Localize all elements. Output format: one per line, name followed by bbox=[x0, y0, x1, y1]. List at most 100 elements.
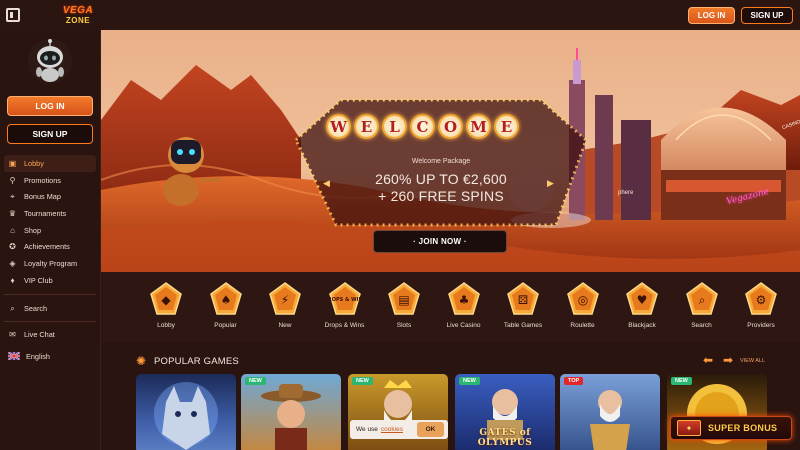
sidebar-item-tournaments[interactable]: ♛ Tournaments bbox=[4, 205, 96, 222]
logo[interactable]: VEGA ZONE bbox=[55, 3, 101, 27]
svg-text:♠: ♠ bbox=[220, 293, 231, 307]
category-label: New bbox=[278, 322, 292, 329]
top-badge: TOP bbox=[564, 377, 584, 385]
category-label: Live Casino bbox=[446, 322, 481, 329]
casino-app: VEGA ZONE LOG IN SIGN UP LOG IN SIGN UP … bbox=[0, 0, 800, 450]
view-all-link[interactable]: VIEW ALL bbox=[740, 358, 765, 364]
marquee-letter: E bbox=[354, 114, 379, 139]
header-login-button[interactable]: LOG IN bbox=[688, 7, 735, 24]
new-badge: NEW bbox=[459, 377, 480, 385]
category-roulette[interactable]: ◎ Roulette bbox=[558, 282, 608, 338]
sidebar-item-label: Loyalty Program bbox=[24, 258, 78, 268]
sidebar-item-shop[interactable]: ⌂ Shop bbox=[4, 222, 96, 239]
telescope-icon: ⌕ bbox=[685, 282, 718, 315]
blackjack-icon: ♥ bbox=[626, 282, 658, 315]
lobby-icon: ◆ bbox=[150, 282, 182, 315]
cards-icon: ♠ bbox=[209, 282, 242, 315]
sidebar: LOG IN SIGN UP ▣ Lobby ⚲ Promotions ⌖ Bo… bbox=[0, 30, 101, 450]
loyalty-icon: ◈ bbox=[9, 258, 16, 268]
hero-banner[interactable]: W E L C O M E Welcome Package 260% UP TO… bbox=[101, 30, 800, 272]
svg-text:DROPS & WINS: DROPS & WINS bbox=[328, 297, 362, 303]
svg-text:◆: ◆ bbox=[161, 293, 171, 307]
section-title: POPULAR GAMES bbox=[154, 356, 239, 367]
sidebar-login-button[interactable]: LOG IN bbox=[7, 96, 93, 116]
super-bonus-label: SUPER BONUS bbox=[708, 423, 778, 433]
top-bar: VEGA ZONE LOG IN SIGN UP bbox=[0, 0, 800, 30]
cookies-link[interactable]: cookies bbox=[381, 426, 403, 433]
category-live-casino[interactable]: ♣ Live Casino bbox=[439, 282, 489, 338]
svg-text:⚄: ⚄ bbox=[518, 293, 528, 307]
sidebar-item-bonus-map[interactable]: ⌖ Bonus Map bbox=[4, 188, 96, 205]
slot-machine-icon: ▤ bbox=[388, 282, 420, 315]
welcome-marquee: W E L C O M E bbox=[326, 114, 519, 139]
lightning-icon: ⚡ bbox=[269, 282, 301, 315]
popular-games-header: ✺ POPULAR GAMES bbox=[136, 355, 239, 368]
category-popular[interactable]: ♠ Popular bbox=[201, 282, 251, 338]
carousel-prev-icon[interactable]: ◀ bbox=[323, 178, 330, 189]
category-slots[interactable]: ▤ Slots bbox=[379, 282, 429, 338]
svg-text:⚙: ⚙ bbox=[756, 293, 767, 307]
sidebar-signup-button[interactable]: SIGN UP bbox=[7, 124, 93, 144]
carousel-next-icon[interactable]: ▶ bbox=[547, 178, 554, 189]
svg-text:⌕: ⌕ bbox=[698, 293, 705, 307]
svg-text:♣: ♣ bbox=[458, 293, 469, 307]
game-card[interactable]: NEW bbox=[241, 374, 341, 450]
sidebar-item-label: Promotions bbox=[24, 175, 61, 185]
sidebar-item-loyalty[interactable]: ◈ Loyalty Program bbox=[4, 255, 96, 272]
game-card[interactable]: NEW GATES of OLYMPUS bbox=[455, 374, 555, 450]
category-label: Slots bbox=[396, 322, 412, 329]
roulette-icon: ◎ bbox=[566, 282, 599, 315]
sidebar-item-vip[interactable]: ♦ VIP Club bbox=[4, 272, 96, 289]
svg-text:▤: ▤ bbox=[398, 293, 409, 307]
svg-text:⚡: ⚡ bbox=[281, 293, 289, 307]
category-new[interactable]: ⚡ New bbox=[260, 282, 310, 338]
sidebar-item-search[interactable]: ⌕ Search bbox=[4, 301, 96, 315]
free-spins-line: + 260 FREE SPINS bbox=[378, 188, 504, 204]
category-table-games[interactable]: ⚄ Table Games bbox=[498, 282, 548, 338]
promotions-icon: ⚲ bbox=[9, 175, 16, 185]
sidebar-divider bbox=[4, 294, 96, 295]
lobby-icon: ▣ bbox=[8, 158, 17, 168]
sidebar-item-promotions[interactable]: ⚲ Promotions bbox=[4, 172, 96, 189]
new-badge: NEW bbox=[245, 377, 266, 385]
sidebar-item-label: English bbox=[26, 351, 50, 361]
arrow-right-icon[interactable]: ➡ bbox=[723, 353, 733, 367]
sidebar-item-lobby[interactable]: ▣ Lobby bbox=[4, 155, 96, 172]
category-lobby[interactable]: ◆ Lobby bbox=[141, 282, 191, 338]
game-card[interactable] bbox=[136, 374, 236, 450]
vip-icon: ♦ bbox=[10, 275, 15, 285]
robot-mascot-icon bbox=[28, 39, 72, 83]
sidebar-item-achievements[interactable]: ✪ Achievements bbox=[4, 238, 96, 255]
bonus-map-icon: ⌖ bbox=[10, 192, 15, 202]
join-now-button[interactable]: · JOIN NOW · bbox=[373, 230, 507, 253]
sidebar-item-label: Tournaments bbox=[24, 208, 67, 218]
cookie-ok-button[interactable]: OK bbox=[417, 422, 444, 437]
live-casino-icon: ♣ bbox=[447, 282, 480, 315]
marquee-letter: E bbox=[494, 114, 519, 139]
category-blackjack[interactable]: ♥ Blackjack bbox=[617, 282, 667, 338]
super-bonus-button[interactable]: ✦ SUPER BONUS bbox=[670, 416, 792, 440]
providers-icon: ⚙ bbox=[745, 282, 777, 315]
header-signup-button[interactable]: SIGN UP bbox=[741, 7, 793, 24]
svg-text:♥: ♥ bbox=[637, 293, 648, 307]
language-selector[interactable]: English bbox=[4, 349, 96, 363]
achievements-icon: ✪ bbox=[9, 242, 16, 252]
category-providers[interactable]: ⚙ Providers bbox=[736, 282, 786, 338]
category-drops-wins[interactable]: DROPS & WINS Drops & Wins bbox=[320, 282, 370, 338]
sidebar-item-live-chat[interactable]: ✉ Live Chat bbox=[4, 327, 96, 341]
new-badge: NEW bbox=[352, 377, 373, 385]
category-search[interactable]: ⌕ Search bbox=[677, 282, 727, 338]
game-title: GATES of OLYMPUS bbox=[477, 428, 533, 448]
cowboy-art-icon bbox=[261, 384, 321, 450]
arrow-left-icon[interactable]: ⬅ bbox=[703, 353, 713, 367]
cookie-text: We use bbox=[356, 426, 378, 433]
category-bar: ◆ Lobby ♠ Popular ⚡ New DROPS & WINS Drops & Wi… bbox=[101, 272, 800, 342]
uk-flag-icon bbox=[8, 352, 20, 360]
sidebar-toggle-icon[interactable] bbox=[6, 8, 20, 22]
cookie-notice: We use cookies OK bbox=[350, 420, 448, 439]
tournaments-icon: ♛ bbox=[8, 208, 17, 218]
bonus-offer-line: 260% UP TO €2,600 bbox=[375, 171, 507, 187]
wolf-art-icon bbox=[154, 382, 218, 450]
game-card[interactable]: TOP bbox=[560, 374, 660, 450]
sidebar-item-label: VIP Club bbox=[24, 275, 53, 285]
